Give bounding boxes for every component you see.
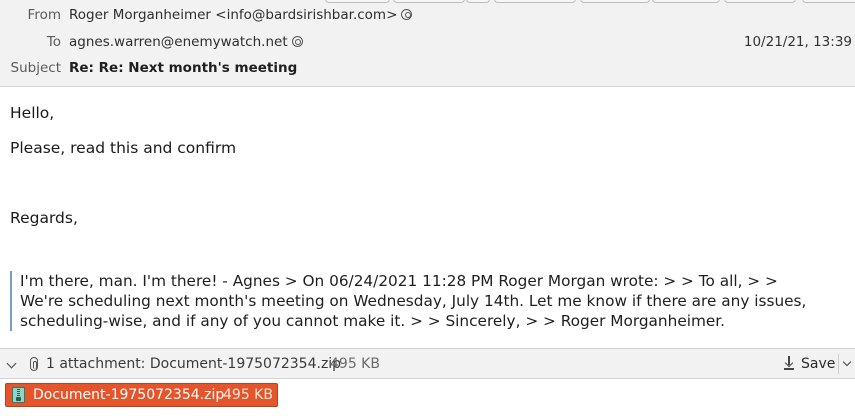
message-date: 10/21/21, 13:39 [743,34,852,50]
subject-row: Subject Re: Re: Next month's meeting [0,58,855,78]
toolbar-button-stub[interactable] [466,0,490,3]
zip-file-icon [12,387,25,403]
toolbar-button-stub[interactable] [580,0,650,3]
download-icon-base [784,368,794,370]
divider [838,354,839,374]
attachment-name: Document-1975072354.zip [33,387,225,403]
to-row: To agnes.warren@enemywatch.net [0,32,855,52]
toolbar-button-stub[interactable] [494,0,576,3]
quote-line: We're scheduling next month's meeting on… [20,292,807,310]
to-label: To [46,34,61,50]
toolbar-button-stub[interactable] [325,0,390,3]
to-address-text: agnes.warren@enemywatch.net [69,34,288,50]
message-header: From Roger Morganheimer <info@bardsirish… [0,0,855,87]
message-body: Hello, Please, read this and confirm Reg… [0,88,855,347]
from-address-text: Roger Morganheimer <info@bardsirishbar.c… [69,7,398,23]
to-address[interactable]: agnes.warren@enemywatch.net [69,32,303,52]
body-line: Please, read this and confirm [10,139,237,157]
save-label: Save [801,356,836,372]
from-label: From [27,7,61,23]
attachment-bar: 1 attachment: Document-1975072354.zip 49… [0,348,855,379]
save-button[interactable]: Save [784,349,836,379]
greeting-text: Hello, [10,104,55,122]
attachment-total-size: 495 KB [330,356,380,372]
quote-line: scheduling-wise, and if any of you canno… [20,312,726,330]
attachment-summary[interactable]: 1 attachment: Document-1975072354.zip [46,349,341,379]
quote-line: I'm there, man. I'm there! - Agnes > On … [20,272,778,290]
attachment-size: 495 KB [223,387,273,403]
chevron-down-icon[interactable] [6,358,17,369]
contact-icon[interactable] [401,9,413,20]
save-options-chevron-icon[interactable] [842,357,852,367]
closing-text: Regards, [10,209,78,227]
toolbar-button-stub[interactable] [393,0,465,3]
subject-value: Re: Re: Next month's meeting [69,60,298,76]
quoted-reply: I'm there, man. I'm there! - Agnes > On … [10,271,852,331]
toolbar-button-stub[interactable] [802,0,855,3]
toolbar-remnant [0,0,855,4]
paperclip-icon [30,357,38,371]
toolbar-button-stub[interactable] [652,0,720,3]
from-address[interactable]: Roger Morganheimer <info@bardsirishbar.c… [69,5,413,25]
toolbar-button-stub[interactable] [724,0,796,3]
from-row: From Roger Morganheimer <info@bardsirish… [0,5,855,25]
contact-icon[interactable] [291,36,303,47]
attachment-item[interactable]: Document-1975072354.zip 495 KB [5,383,278,407]
subject-label: Subject [10,60,61,76]
